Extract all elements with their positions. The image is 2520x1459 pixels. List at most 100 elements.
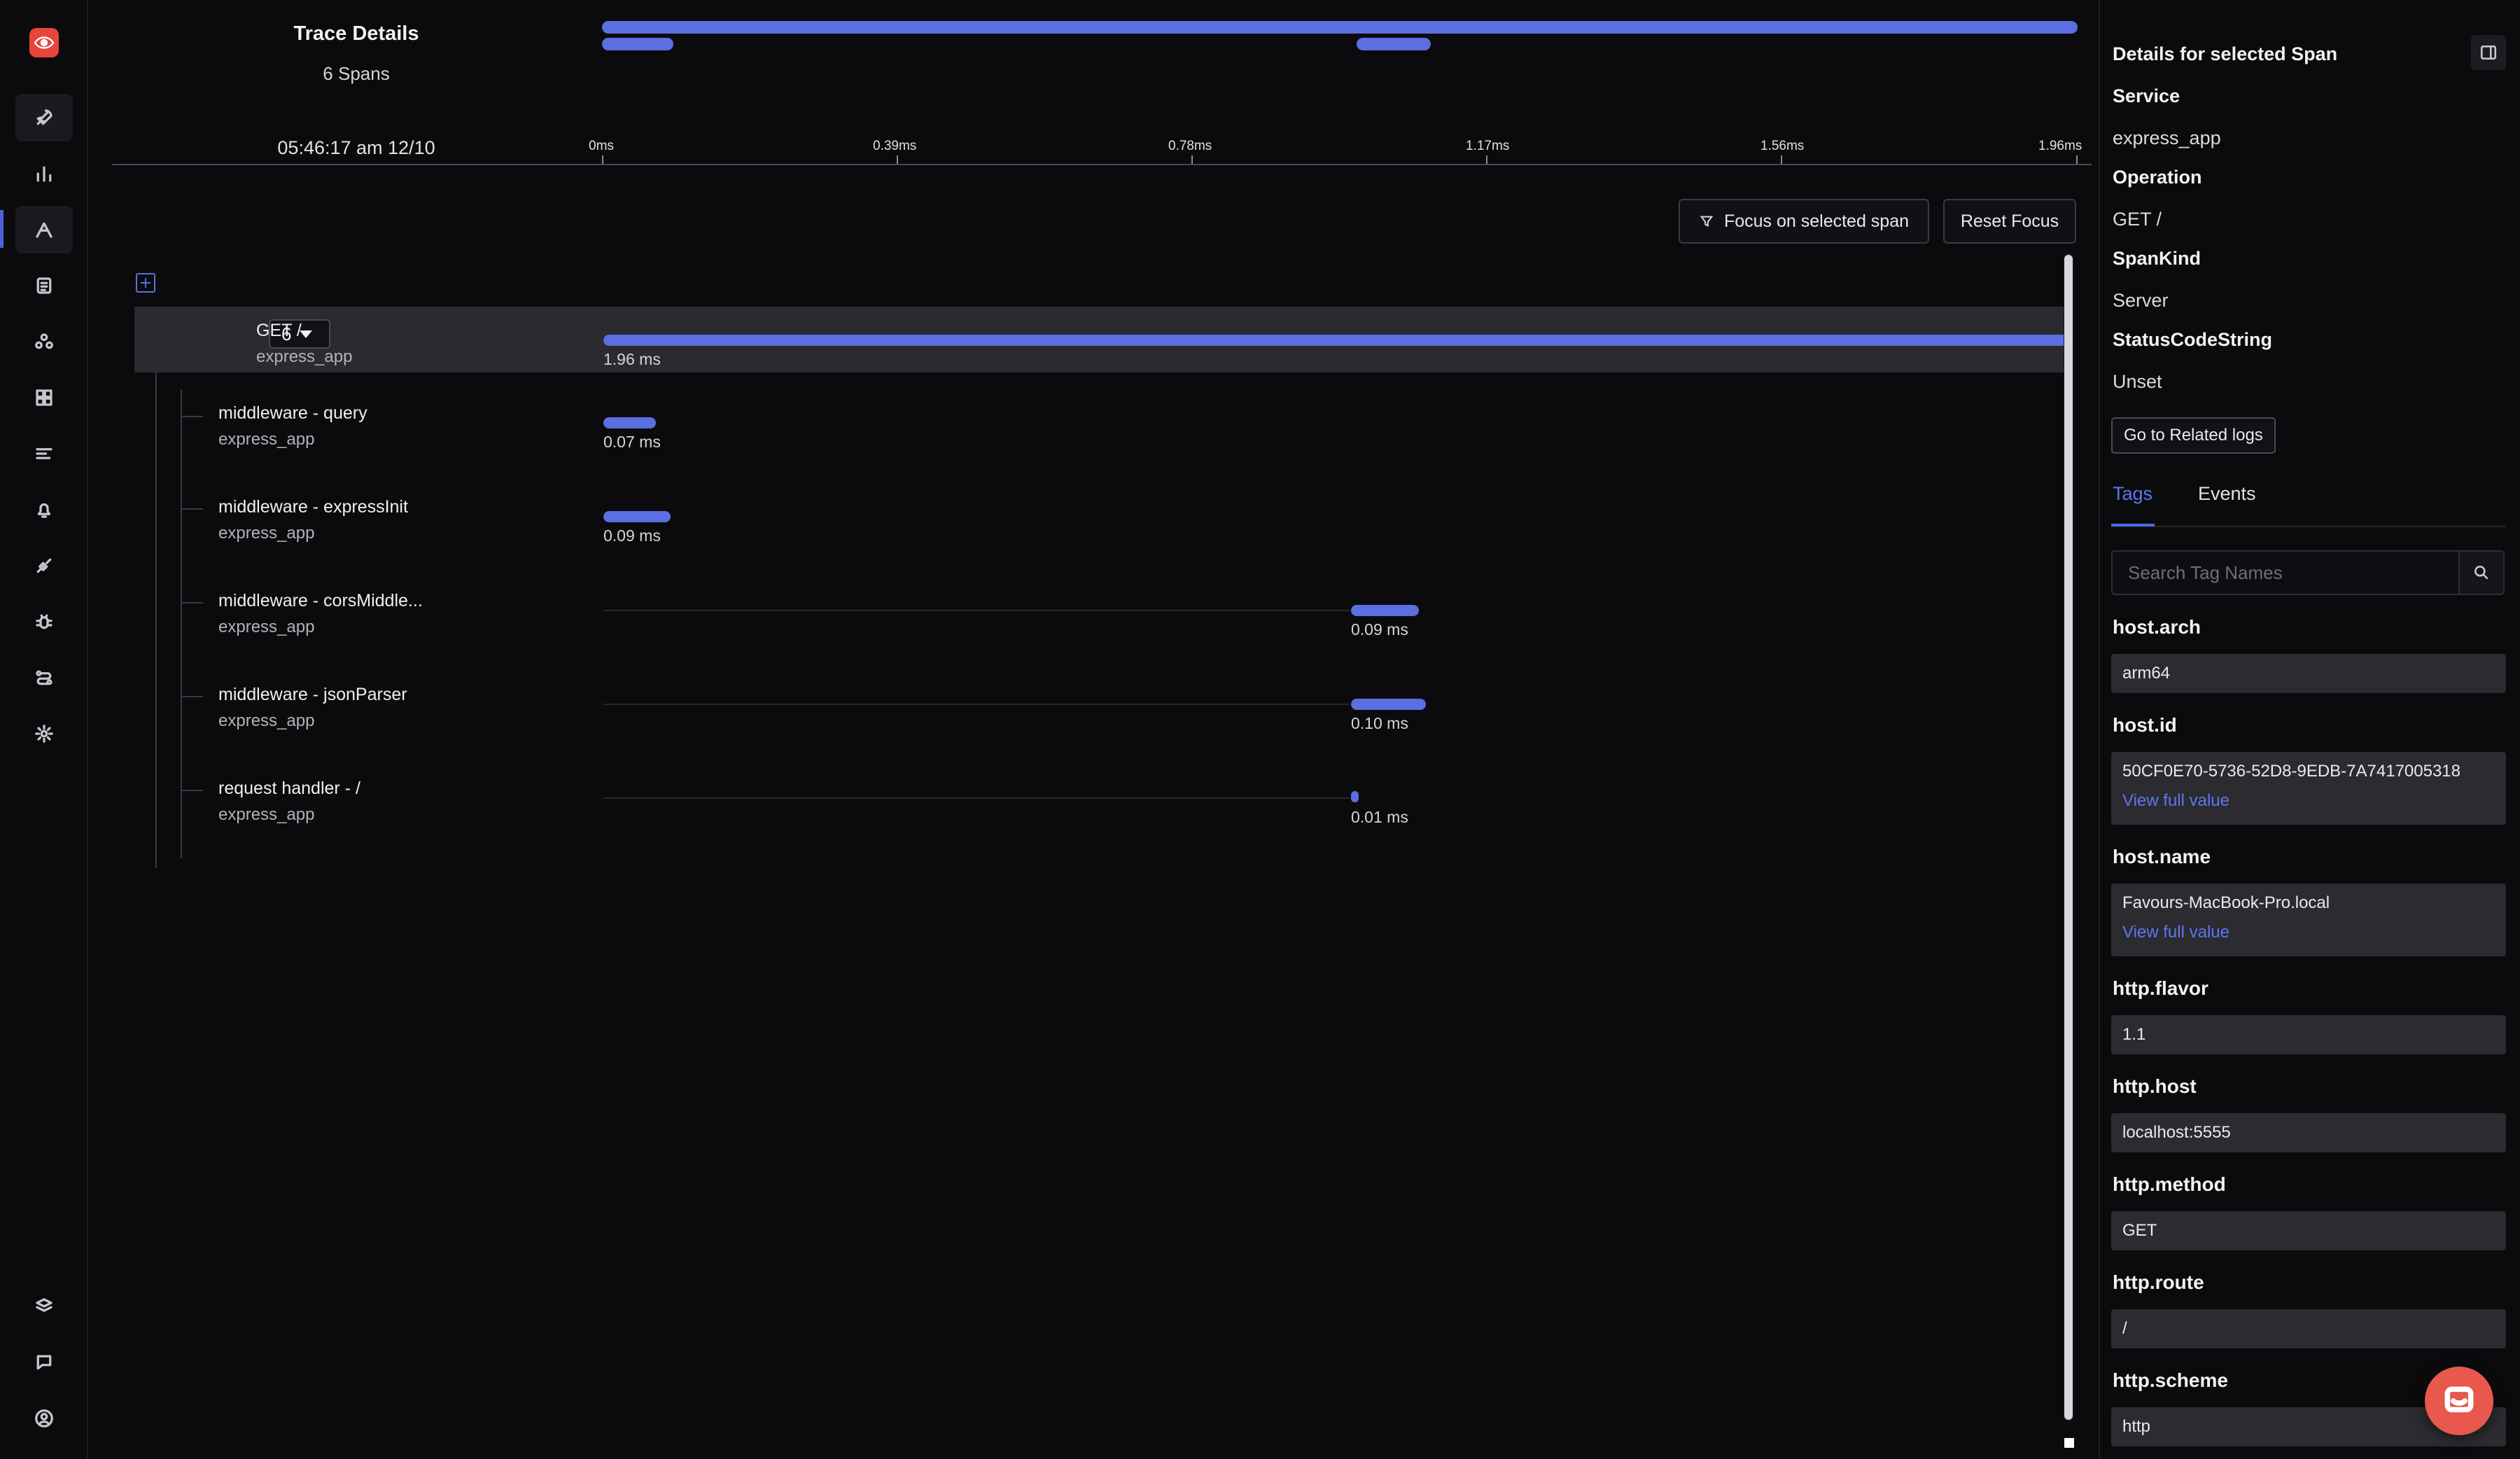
span-duration: 0.01 ms [1351, 808, 1408, 826]
minimap-bar-late [1357, 38, 1431, 50]
expand-all-icon[interactable] [136, 273, 155, 293]
tag-value-text: arm64 [2122, 664, 2171, 683]
nav-dashboards[interactable] [15, 374, 73, 421]
span-offset-guide [603, 610, 1350, 611]
span-name[interactable]: middleware - corsMiddle... [218, 591, 423, 611]
nav-active-indicator [0, 210, 4, 248]
nav-pipelines[interactable] [15, 654, 73, 701]
settings-icon [35, 725, 53, 743]
tag-search-button[interactable] [2458, 550, 2505, 595]
tag-value: localhost:5555 [2111, 1113, 2506, 1152]
tag-value: GET [2111, 1211, 2506, 1250]
app-logo[interactable] [29, 28, 59, 57]
tag-value-text: 1.1 [2122, 1025, 2146, 1044]
nav-integrations[interactable] [15, 542, 73, 589]
tick-label: 0.78ms [1168, 139, 1212, 153]
span-service: express_app [218, 524, 315, 543]
nav-exceptions[interactable] [15, 598, 73, 645]
related-logs-button[interactable]: Go to Related logs [2111, 417, 2276, 454]
nav-traces[interactable] [15, 206, 73, 253]
search-icon [2474, 566, 2488, 580]
nav-service-map[interactable] [15, 318, 73, 365]
tag-key: host.arch [2113, 616, 2202, 638]
tick-mark [897, 155, 898, 164]
nav-profile[interactable] [15, 1395, 73, 1442]
span-duration: 0.10 ms [1351, 714, 1408, 732]
reset-button-label: Reset Focus [1960, 211, 2059, 231]
span-offset-guide [603, 704, 1350, 705]
collapse-panel-button[interactable] [2471, 35, 2506, 70]
scroll-corner [2064, 1438, 2074, 1448]
tag-key: http.host [2113, 1075, 2197, 1097]
tabs-divider [2111, 526, 2506, 527]
span-name[interactable]: request handler - / [218, 779, 360, 799]
tag-value-text: GET [2122, 1221, 2157, 1240]
service-label: Service [2113, 85, 2180, 106]
trace-main: Trace Details 6 Spans 05:46:17 am 12/10 … [88, 0, 2099, 1459]
span-service: express_app [218, 711, 315, 730]
tree-line [181, 790, 203, 791]
span-name[interactable]: middleware - jsonParser [218, 685, 407, 705]
tick-mark [1486, 155, 1488, 164]
minimap-bar-early [602, 38, 673, 50]
details-title: Details for selected Span [2113, 43, 2338, 64]
trace-title: Trace Details [293, 22, 419, 45]
timeline-axis: 0ms 0.39ms 0.78ms 1.17ms 1.56ms 1.96ms [88, 139, 2099, 167]
span-bar[interactable] [1351, 605, 1419, 616]
span-bar[interactable] [603, 335, 2069, 346]
integrations-icon [36, 558, 52, 573]
tab-tags[interactable]: Tags [2113, 483, 2152, 505]
left-nav [0, 0, 88, 1459]
pipelines-icon [36, 670, 52, 685]
span-name[interactable]: middleware - expressInit [218, 497, 408, 517]
tick-mark [2076, 155, 2078, 164]
vertical-scrollbar-thumb[interactable] [2064, 255, 2073, 1420]
span-details-panel: Details for selected Span Service expres… [2099, 0, 2520, 1459]
minimap-bar-root [602, 21, 2078, 34]
tag-value-text: localhost:5555 [2122, 1123, 2231, 1142]
tag-value-text: 50CF0E70-5736-52D8-9EDB-7A7417005318 [2122, 762, 2460, 781]
span-bar[interactable] [603, 417, 656, 428]
tree-line [181, 416, 203, 417]
view-full-value-link[interactable]: View full value [2122, 791, 2495, 811]
tag-value-text: http [2122, 1417, 2151, 1436]
nav-settings[interactable] [15, 710, 73, 758]
span-service: express_app [218, 617, 315, 636]
tag-value: Favours-MacBook-Pro.local View full valu… [2111, 884, 2506, 956]
nav-services[interactable] [15, 150, 73, 197]
tag-key: host.id [2113, 714, 2177, 736]
tag-key: http.method [2113, 1173, 2226, 1195]
nav-support[interactable] [15, 1339, 73, 1386]
view-full-value-link[interactable]: View full value [2122, 923, 2495, 942]
nav-workspace[interactable] [15, 1283, 73, 1330]
tick-mark [602, 155, 603, 164]
spankind-value: Server [2113, 290, 2169, 311]
tree-line [181, 508, 203, 510]
span-name[interactable]: GET / [256, 321, 302, 341]
nav-get-started[interactable] [15, 94, 73, 141]
status-value: Unset [2113, 371, 2162, 392]
tree-line [181, 602, 203, 603]
bug-icon [36, 614, 52, 629]
nav-list[interactable] [15, 430, 73, 477]
support-chat-button[interactable] [2425, 1367, 2493, 1435]
tick-label: 1.56ms [1760, 139, 1805, 153]
service-value: express_app [2113, 127, 2221, 148]
tag-value: arm64 [2111, 654, 2506, 693]
dashboard-icon [36, 389, 52, 406]
operation-label: Operation [2113, 167, 2202, 188]
tag-value-text: / [2122, 1319, 2127, 1338]
focus-selected-span-button[interactable]: Focus on selected span [1679, 199, 1929, 244]
tick-mark [1781, 155, 1782, 164]
span-bar[interactable] [603, 511, 671, 522]
tick-mark [1191, 155, 1193, 164]
span-name[interactable]: middleware - query [218, 403, 368, 424]
nav-logs[interactable] [15, 262, 73, 309]
span-bar[interactable] [1351, 791, 1359, 802]
nav-alerts[interactable] [15, 486, 73, 533]
tick-label: 1.17ms [1466, 139, 1510, 153]
tab-events[interactable]: Events [2198, 483, 2256, 505]
reset-focus-button[interactable]: Reset Focus [1943, 199, 2076, 244]
span-bar[interactable] [1351, 699, 1427, 710]
tag-search-input[interactable]: Search Tag Names [2111, 550, 2460, 595]
